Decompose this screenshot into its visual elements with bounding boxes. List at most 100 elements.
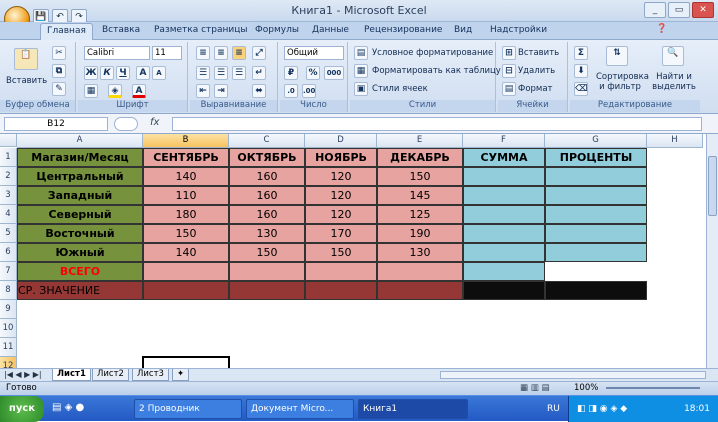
borders-icon[interactable]: ▦ — [84, 84, 98, 98]
sheet-tab-3[interactable]: Лист3 — [132, 369, 169, 381]
align-center-icon[interactable]: ☰ — [214, 66, 228, 80]
percent-button[interactable]: % — [306, 66, 320, 80]
column-header-B[interactable]: B — [143, 134, 229, 148]
wrap-text-icon[interactable]: ↵ — [252, 66, 266, 80]
value-cell[interactable]: 150 — [143, 224, 229, 243]
tab-data[interactable]: Данные — [312, 25, 349, 35]
zoom-slider[interactable] — [606, 387, 700, 389]
select-all-corner[interactable] — [0, 134, 17, 147]
column-header-C[interactable]: C — [229, 134, 305, 148]
store-name-cell[interactable]: Центральный — [17, 167, 143, 186]
row-header-9[interactable]: 9 — [0, 300, 17, 319]
cell-styles-icon[interactable]: ▣ — [354, 82, 368, 96]
bold-button[interactable]: Ж — [84, 66, 98, 80]
row-header-2[interactable]: 2 — [0, 167, 17, 186]
task-word[interactable]: Документ Micro... — [246, 399, 354, 419]
font-name-select[interactable]: Calibri — [84, 46, 150, 60]
average-cell[interactable] — [377, 281, 463, 300]
minimize-button[interactable]: _ — [644, 2, 666, 18]
font-color-icon[interactable]: A — [132, 84, 146, 98]
value-cell[interactable]: 130 — [229, 224, 305, 243]
paste-icon[interactable]: 📋 — [14, 48, 38, 70]
average-label-cell[interactable]: СР. ЗНАЧЕНИЕ — [17, 281, 143, 300]
sort-filter-icon[interactable]: ⇅ — [606, 46, 628, 66]
value-cell[interactable]: 120 — [305, 167, 377, 186]
new-sheet-icon[interactable]: ✦ — [172, 369, 190, 381]
sheet-tab-1[interactable]: Лист1 — [52, 369, 91, 381]
value-cell[interactable]: 140 — [143, 167, 229, 186]
store-name-cell[interactable]: Западный — [17, 186, 143, 205]
value-cell[interactable]: 150 — [377, 167, 463, 186]
column-header-E[interactable]: E — [377, 134, 463, 148]
decrease-decimal-icon[interactable]: .00 — [302, 84, 316, 98]
value-cell[interactable]: 120 — [305, 186, 377, 205]
sum-cell[interactable] — [463, 224, 545, 243]
find-select-icon[interactable]: 🔍 — [662, 46, 684, 66]
value-cell[interactable]: 150 — [229, 243, 305, 262]
insert-cells-icon[interactable]: ⊞ — [502, 46, 516, 60]
horizontal-scrollbar[interactable] — [440, 371, 706, 379]
font-size-select[interactable]: 11 — [152, 46, 182, 60]
align-middle-icon[interactable]: ≡ — [214, 46, 228, 60]
autosum-button[interactable]: Σ — [574, 46, 588, 60]
value-cell[interactable]: 125 — [377, 205, 463, 224]
view-buttons-icon[interactable]: ▦ ▥ ▤ — [520, 382, 550, 395]
tab-formulas[interactable]: Формулы — [255, 25, 299, 35]
header-cell-C[interactable]: ОКТЯБРЬ — [229, 148, 305, 167]
value-cell[interactable]: 130 — [377, 243, 463, 262]
row-header-11[interactable]: 11 — [0, 338, 17, 357]
decrease-indent-icon[interactable]: ⇤ — [196, 84, 210, 98]
tray-icons[interactable]: ◧ ◨ ◉ ◈ ◆ — [577, 396, 627, 422]
scroll-thumb[interactable] — [708, 156, 717, 216]
total-cell[interactable] — [305, 262, 377, 281]
total-label-cell[interactable]: ВСЕГО — [17, 262, 143, 281]
value-cell[interactable]: 160 — [229, 167, 305, 186]
header-cell-A[interactable]: Магазин/Месяц — [17, 148, 143, 167]
insert-cells-button[interactable]: Вставить — [518, 48, 559, 58]
percent-cell[interactable] — [545, 186, 647, 205]
value-cell[interactable]: 160 — [229, 186, 305, 205]
align-bottom-icon[interactable]: ≡ — [232, 46, 246, 60]
value-cell[interactable]: 120 — [305, 205, 377, 224]
total-cell[interactable] — [143, 262, 229, 281]
tab-view[interactable]: Вид — [454, 25, 472, 35]
align-top-icon[interactable]: ≡ — [196, 46, 210, 60]
help-icon[interactable]: ❓ — [656, 24, 667, 34]
row-header-12[interactable]: 12 — [0, 357, 17, 368]
task-excel[interactable]: Книга1 — [358, 399, 468, 419]
shrink-font-icon[interactable]: A — [152, 66, 166, 80]
average-cell[interactable] — [229, 281, 305, 300]
start-button[interactable]: пуск — [0, 396, 44, 422]
total-cell[interactable] — [229, 262, 305, 281]
value-cell[interactable]: 140 — [143, 243, 229, 262]
underline-button[interactable]: Ч — [116, 66, 130, 80]
conditional-format-icon[interactable]: ▤ — [354, 46, 368, 60]
fx-icon[interactable]: fx — [150, 117, 159, 128]
value-cell[interactable]: 145 — [377, 186, 463, 205]
percent-cell[interactable] — [545, 167, 647, 186]
orientation-icon[interactable]: ⤢ — [252, 46, 266, 60]
delete-cells-icon[interactable]: ⊟ — [502, 64, 516, 78]
currency-icon[interactable]: ₽ — [284, 66, 298, 80]
row-header-10[interactable]: 10 — [0, 319, 17, 338]
clear-icon[interactable]: ⌫ — [574, 82, 588, 96]
store-name-cell[interactable]: Южный — [17, 243, 143, 262]
language-indicator[interactable]: RU — [547, 396, 560, 422]
sort-filter-button[interactable]: Сортировка и фильтр — [596, 72, 649, 92]
name-box[interactable]: B12 — [4, 117, 108, 131]
formula-input[interactable] — [172, 117, 702, 131]
row-header-4[interactable]: 4 — [0, 205, 17, 224]
percent-cell[interactable] — [545, 243, 647, 262]
sheet-tab-2[interactable]: Лист2 — [92, 369, 129, 381]
selected-cell-B12[interactable] — [142, 356, 230, 368]
quick-launch-icons[interactable]: ▤ ◈ ● — [52, 402, 84, 413]
format-as-table-button[interactable]: Форматировать как таблицу — [372, 66, 501, 76]
average-sum-cell[interactable] — [463, 281, 545, 300]
maximize-button[interactable]: ▭ — [668, 2, 690, 18]
tab-insert[interactable]: Вставка — [102, 25, 140, 35]
sum-cell[interactable] — [463, 205, 545, 224]
format-cells-icon[interactable]: ▤ — [502, 82, 516, 96]
sum-cell[interactable] — [463, 186, 545, 205]
spreadsheet-grid[interactable]: A B C D E F G H 1 2 3 4 5 6 7 8 9 10 11 12 Магазин/Месяц СЕНТ… — [0, 134, 706, 368]
increase-indent-icon[interactable]: ⇥ — [214, 84, 228, 98]
